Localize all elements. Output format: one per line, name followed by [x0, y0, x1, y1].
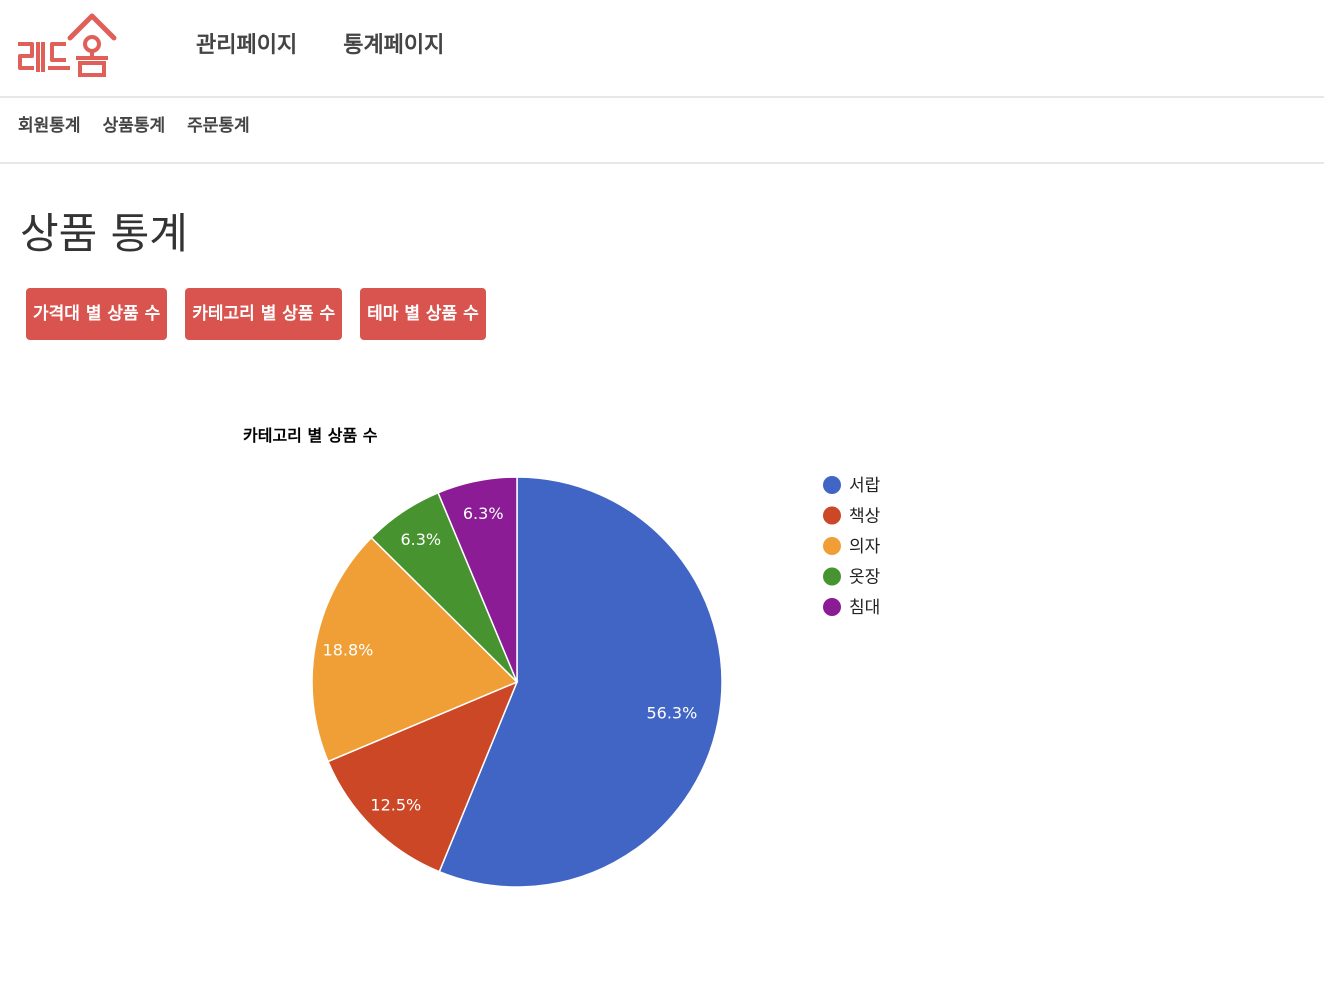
nav-admin-page[interactable]: 관리페이지: [196, 30, 297, 62]
theme-button[interactable]: 테마 별 상품 수: [360, 288, 486, 340]
top-navbar: 관리페이지 통계페이지: [0, 0, 1324, 98]
legend-label: 침대: [849, 598, 880, 618]
pie-chart-container: 카테고리 별 상품 수 56.3% 12.5% 18.8% 6.3% 6.3% 서랍책상…: [0, 380, 1324, 980]
stats-subnav-bar: 회원통계 상품통계 주문통계: [0, 98, 1324, 164]
chart-selector-buttons: 가격대 별 상품 수 카테고리 별 상품 수 테마 별 상품 수: [26, 288, 486, 340]
nav-stats-page[interactable]: 통계페이지: [343, 30, 444, 62]
legend-item[interactable]: 침대: [823, 598, 880, 618]
legend-swatch: [823, 506, 841, 525]
pie-slices: [311, 476, 723, 888]
legend-swatch: [823, 598, 841, 616]
subnav-member-stats[interactable]: 회원통계: [18, 114, 81, 138]
brand-logo[interactable]: [14, 12, 118, 80]
legend-swatch: [823, 476, 841, 494]
chart-legend: 서랍책상의자옷장침대: [823, 476, 881, 618]
pie-slice-label: 6.3%: [463, 504, 504, 523]
legend-label: 책상: [849, 507, 881, 527]
pie-chart: 카테고리 별 상품 수 56.3% 12.5% 18.8% 6.3% 6.3% 서랍책상…: [243, 426, 881, 888]
stats-subnav: 회원통계 상품통계 주문통계: [18, 114, 250, 138]
legend-label: 서랍: [849, 476, 881, 496]
legend-label: 의자: [849, 537, 881, 557]
legend-item[interactable]: 서랍: [823, 476, 881, 496]
legend-item[interactable]: 책상: [823, 506, 881, 527]
subnav-order-stats[interactable]: 주문통계: [187, 114, 250, 138]
legend-swatch: [823, 567, 841, 586]
main-nav: 관리페이지 통계페이지: [196, 30, 444, 62]
pie-slice-label: 12.5%: [370, 795, 421, 814]
pie-slice-label: 6.3%: [400, 530, 441, 549]
legend-swatch: [823, 537, 841, 555]
subnav-product-stats[interactable]: 상품통계: [103, 114, 166, 138]
pie-slice-label: 18.8%: [323, 640, 374, 659]
legend-item[interactable]: 옷장: [823, 567, 881, 588]
chart-title: 카테고리 별 상품 수: [243, 426, 378, 445]
page-title: 상품 통계: [20, 209, 188, 258]
price-range-button[interactable]: 가격대 별 상품 수: [26, 288, 168, 340]
logo-icon: [18, 13, 117, 77]
category-button[interactable]: 카테고리 별 상품 수: [185, 288, 343, 340]
legend-item[interactable]: 의자: [823, 537, 881, 557]
pie-slice-label: 56.3%: [646, 703, 697, 722]
legend-label: 옷장: [849, 568, 881, 588]
